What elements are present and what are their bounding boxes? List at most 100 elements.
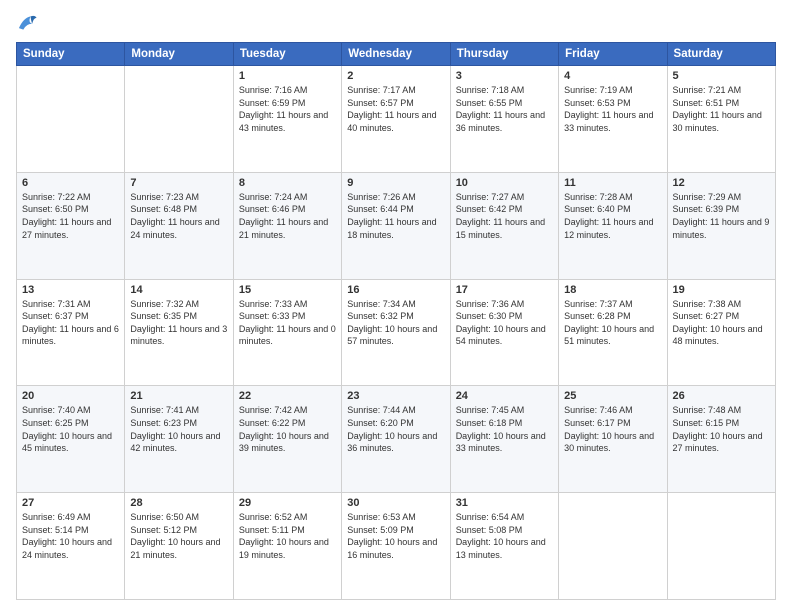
day-info: Sunrise: 7:40 AMSunset: 6:25 PMDaylight:… [22, 404, 119, 454]
header [16, 12, 776, 34]
day-number: 16 [347, 284, 444, 296]
day-info: Sunrise: 6:52 AMSunset: 5:11 PMDaylight:… [239, 511, 336, 561]
day-number: 24 [456, 390, 553, 402]
day-info: Sunrise: 7:16 AMSunset: 6:59 PMDaylight:… [239, 84, 336, 134]
calendar-cell: 30 Sunrise: 6:53 AMSunset: 5:09 PMDayligh… [342, 493, 450, 600]
day-number: 21 [130, 390, 227, 402]
day-info: Sunrise: 7:44 AMSunset: 6:20 PMDaylight:… [347, 404, 444, 454]
day-info: Sunrise: 7:24 AMSunset: 6:46 PMDaylight:… [239, 191, 336, 241]
day-info: Sunrise: 7:38 AMSunset: 6:27 PMDaylight:… [673, 298, 770, 348]
calendar-cell: 25 Sunrise: 7:46 AMSunset: 6:17 PMDayligh… [559, 386, 667, 493]
calendar-header: SundayMondayTuesdayWednesdayThursdayFrid… [17, 43, 776, 66]
calendar-week-1: 6Sunrise: 7:22 AMSunset: 6:50 PMDaylight… [17, 172, 776, 279]
day-number: 29 [239, 497, 336, 509]
calendar-cell: 6Sunrise: 7:22 AMSunset: 6:50 PMDaylight… [17, 172, 125, 279]
calendar-cell: 20 Sunrise: 7:40 AMSunset: 6:25 PMDayligh… [17, 386, 125, 493]
calendar-cell: 21Sunrise: 7:41 AMSunset: 6:23 PMDayligh… [125, 386, 233, 493]
day-info: Sunrise: 7:32 AMSunset: 6:35 PMDaylight:… [130, 298, 227, 348]
day-number: 17 [456, 284, 553, 296]
calendar-cell: 27Sunrise: 6:49 AMSunset: 5:14 PMDayligh… [17, 493, 125, 600]
calendar-cell [559, 493, 667, 600]
day-number: 13 [22, 284, 119, 296]
day-info: Sunrise: 7:18 AMSunset: 6:55 PMDaylight:… [456, 84, 553, 134]
calendar-cell: 4 Sunrise: 7:19 AMSunset: 6:53 PMDaylight… [559, 66, 667, 173]
day-info: Sunrise: 7:23 AMSunset: 6:48 PMDaylight:… [130, 191, 227, 241]
day-info: Sunrise: 7:28 AMSunset: 6:40 PMDaylight:… [564, 191, 661, 241]
page: SundayMondayTuesdayWednesdayThursdayFrid… [0, 0, 792, 612]
day-number: 20 [22, 390, 119, 402]
calendar-cell: 26 Sunrise: 7:48 AMSunset: 6:15 PMDayligh… [667, 386, 775, 493]
calendar-cell: 1Sunrise: 7:16 AMSunset: 6:59 PMDaylight… [233, 66, 341, 173]
day-number: 26 [673, 390, 770, 402]
calendar-cell: 2 Sunrise: 7:17 AMSunset: 6:57 PMDaylight… [342, 66, 450, 173]
logo-icon [16, 12, 38, 34]
day-number: 27 [22, 497, 119, 509]
calendar-cell: 5 Sunrise: 7:21 AMSunset: 6:51 PMDaylight… [667, 66, 775, 173]
day-number: 30 [347, 497, 444, 509]
calendar-body: 1Sunrise: 7:16 AMSunset: 6:59 PMDaylight… [17, 66, 776, 600]
calendar-cell [125, 66, 233, 173]
day-number: 15 [239, 284, 336, 296]
day-number: 4 [564, 70, 661, 82]
day-info: Sunrise: 7:37 AMSunset: 6:28 PMDaylight:… [564, 298, 661, 348]
day-number: 5 [673, 70, 770, 82]
day-number: 7 [130, 177, 227, 189]
calendar-cell: 29 Sunrise: 6:52 AMSunset: 5:11 PMDayligh… [233, 493, 341, 600]
day-number: 19 [673, 284, 770, 296]
day-info: Sunrise: 7:34 AMSunset: 6:32 PMDaylight:… [347, 298, 444, 348]
day-number: 3 [456, 70, 553, 82]
day-number: 2 [347, 70, 444, 82]
calendar-week-0: 1Sunrise: 7:16 AMSunset: 6:59 PMDaylight… [17, 66, 776, 173]
calendar-cell: 14 Sunrise: 7:32 AMSunset: 6:35 PMDayligh… [125, 279, 233, 386]
calendar-cell: 22 Sunrise: 7:42 AMSunset: 6:22 PMDayligh… [233, 386, 341, 493]
day-info: Sunrise: 7:36 AMSunset: 6:30 PMDaylight:… [456, 298, 553, 348]
calendar-cell: 8 Sunrise: 7:24 AMSunset: 6:46 PMDaylight… [233, 172, 341, 279]
calendar-week-3: 20 Sunrise: 7:40 AMSunset: 6:25 PMDayligh… [17, 386, 776, 493]
calendar-cell: 12 Sunrise: 7:29 AMSunset: 6:39 PMDayligh… [667, 172, 775, 279]
calendar-cell: 10 Sunrise: 7:27 AMSunset: 6:42 PMDayligh… [450, 172, 558, 279]
weekday-header-thursday: Thursday [450, 43, 558, 66]
weekday-header-wednesday: Wednesday [342, 43, 450, 66]
logo [16, 12, 42, 34]
calendar-cell: 13Sunrise: 7:31 AMSunset: 6:37 PMDayligh… [17, 279, 125, 386]
weekday-header-saturday: Saturday [667, 43, 775, 66]
calendar-cell: 24Sunrise: 7:45 AMSunset: 6:18 PMDayligh… [450, 386, 558, 493]
day-number: 11 [564, 177, 661, 189]
calendar-week-2: 13Sunrise: 7:31 AMSunset: 6:37 PMDayligh… [17, 279, 776, 386]
day-number: 18 [564, 284, 661, 296]
day-info: Sunrise: 6:54 AMSunset: 5:08 PMDaylight:… [456, 511, 553, 561]
calendar-cell [17, 66, 125, 173]
calendar-cell: 16 Sunrise: 7:34 AMSunset: 6:32 PMDayligh… [342, 279, 450, 386]
day-number: 31 [456, 497, 553, 509]
calendar-cell: 9Sunrise: 7:26 AMSunset: 6:44 PMDaylight… [342, 172, 450, 279]
day-number: 12 [673, 177, 770, 189]
calendar-week-4: 27Sunrise: 6:49 AMSunset: 5:14 PMDayligh… [17, 493, 776, 600]
day-info: Sunrise: 7:17 AMSunset: 6:57 PMDaylight:… [347, 84, 444, 134]
day-number: 25 [564, 390, 661, 402]
day-info: Sunrise: 7:29 AMSunset: 6:39 PMDaylight:… [673, 191, 770, 241]
calendar-cell: 15 Sunrise: 7:33 AMSunset: 6:33 PMDayligh… [233, 279, 341, 386]
day-info: Sunrise: 7:42 AMSunset: 6:22 PMDaylight:… [239, 404, 336, 454]
calendar-cell: 7 Sunrise: 7:23 AMSunset: 6:48 PMDaylight… [125, 172, 233, 279]
day-number: 22 [239, 390, 336, 402]
day-info: Sunrise: 7:19 AMSunset: 6:53 PMDaylight:… [564, 84, 661, 134]
day-info: Sunrise: 7:48 AMSunset: 6:15 PMDaylight:… [673, 404, 770, 454]
day-info: Sunrise: 7:21 AMSunset: 6:51 PMDaylight:… [673, 84, 770, 134]
day-number: 10 [456, 177, 553, 189]
day-info: Sunrise: 6:53 AMSunset: 5:09 PMDaylight:… [347, 511, 444, 561]
day-number: 23 [347, 390, 444, 402]
calendar-cell: 18 Sunrise: 7:37 AMSunset: 6:28 PMDayligh… [559, 279, 667, 386]
calendar-cell: 11 Sunrise: 7:28 AMSunset: 6:40 PMDayligh… [559, 172, 667, 279]
day-number: 14 [130, 284, 227, 296]
day-info: Sunrise: 7:46 AMSunset: 6:17 PMDaylight:… [564, 404, 661, 454]
day-info: Sunrise: 7:27 AMSunset: 6:42 PMDaylight:… [456, 191, 553, 241]
day-number: 8 [239, 177, 336, 189]
weekday-header-monday: Monday [125, 43, 233, 66]
calendar-cell: 3 Sunrise: 7:18 AMSunset: 6:55 PMDaylight… [450, 66, 558, 173]
calendar-cell: 31 Sunrise: 6:54 AMSunset: 5:08 PMDayligh… [450, 493, 558, 600]
day-info: Sunrise: 6:50 AMSunset: 5:12 PMDaylight:… [130, 511, 227, 561]
calendar-cell: 17 Sunrise: 7:36 AMSunset: 6:30 PMDayligh… [450, 279, 558, 386]
calendar-cell [667, 493, 775, 600]
day-number: 6 [22, 177, 119, 189]
day-info: Sunrise: 7:33 AMSunset: 6:33 PMDaylight:… [239, 298, 336, 348]
